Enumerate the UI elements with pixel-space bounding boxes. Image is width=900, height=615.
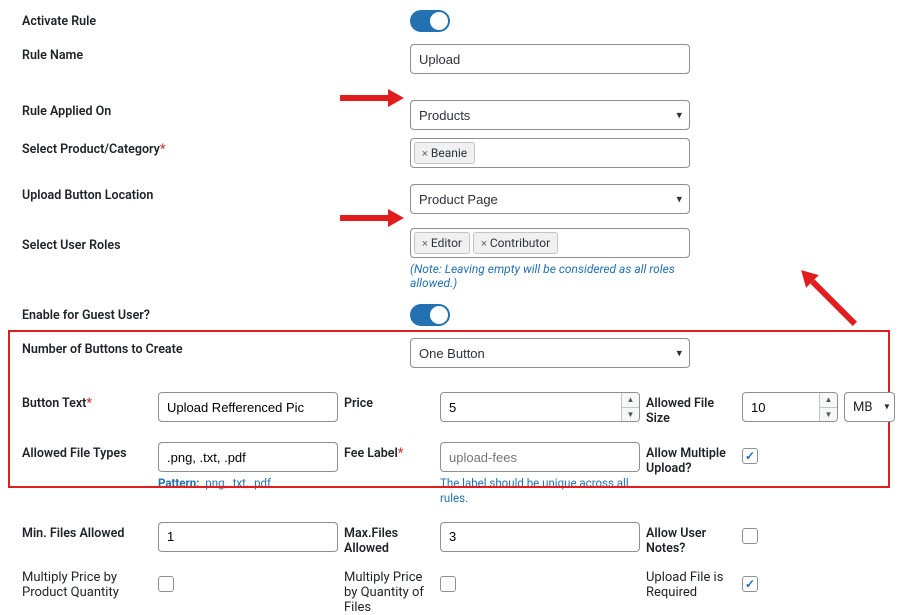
allow-multi-label: Allow Multiple Upload? xyxy=(646,442,736,476)
role-tag-editor[interactable]: ×Editor xyxy=(414,232,470,254)
allowed-file-size-label: Allowed File Size xyxy=(646,392,736,426)
min-files-input[interactable] xyxy=(158,522,338,552)
fee-label-input[interactable] xyxy=(440,442,640,472)
fee-label-hint: The label should be unique across all ru… xyxy=(440,476,640,506)
min-files-label: Min. Files Allowed xyxy=(22,522,152,541)
rule-applied-on-select[interactable]: Products xyxy=(410,100,690,130)
product-tag-beanie[interactable]: ×Beanie xyxy=(414,142,475,164)
activate-rule-label: Activate Rule xyxy=(0,10,410,29)
mult-price-files-label: Multiply Price by Quantity of Files xyxy=(344,570,434,615)
remove-tag-icon[interactable]: × xyxy=(422,237,428,250)
select-user-roles-label: Select User Roles xyxy=(0,228,410,253)
product-category-tagbox[interactable]: ×Beanie xyxy=(410,138,690,168)
price-input[interactable] xyxy=(440,392,640,422)
allow-notes-label: Allow User Notes? xyxy=(646,522,736,556)
allowed-file-types-input[interactable] xyxy=(158,442,338,472)
rule-name-input[interactable] xyxy=(410,44,690,74)
max-files-input[interactable] xyxy=(440,522,640,552)
user-roles-tagbox[interactable]: ×Editor ×Contributor xyxy=(410,228,690,258)
rule-applied-on-label: Rule Applied On xyxy=(0,100,410,119)
fee-label-label: Fee Label* xyxy=(344,442,434,461)
enable-guest-toggle[interactable] xyxy=(410,304,450,326)
remove-tag-icon[interactable]: × xyxy=(481,237,487,250)
mult-price-files-checkbox[interactable] xyxy=(440,576,456,592)
number-spinner[interactable]: ▲▼ xyxy=(819,393,837,421)
num-buttons-select[interactable]: One Button xyxy=(410,338,690,368)
file-size-unit-select[interactable]: MB xyxy=(844,392,895,422)
upload-button-location-label: Upload Button Location xyxy=(0,184,410,203)
max-files-label: Max.Files Allowed xyxy=(344,522,434,556)
number-spinner[interactable]: ▲▼ xyxy=(621,393,639,421)
upload-required-checkbox[interactable] xyxy=(742,576,758,592)
allow-multi-checkbox[interactable] xyxy=(742,448,758,464)
enable-guest-label: Enable for Guest User? xyxy=(0,304,410,323)
button-text-label: Button Text* xyxy=(22,392,152,411)
mult-price-qty-checkbox[interactable] xyxy=(158,576,174,592)
role-tag-contributor[interactable]: ×Contributor xyxy=(473,232,558,254)
allow-notes-checkbox[interactable] xyxy=(742,528,758,544)
user-roles-note: (Note: Leaving empty will be considered … xyxy=(410,262,710,290)
allowed-file-types-label: Allowed File Types xyxy=(22,442,152,461)
activate-rule-toggle[interactable] xyxy=(410,10,450,32)
price-label: Price xyxy=(344,392,434,411)
file-types-pattern-hint: Pattern: .png, .txt, .pdf xyxy=(158,476,338,491)
num-buttons-label: Number of Buttons to Create xyxy=(0,338,410,357)
select-product-label: Select Product/Category* xyxy=(0,138,410,157)
button-text-input[interactable] xyxy=(158,392,338,422)
rule-name-label: Rule Name xyxy=(0,44,410,63)
upload-button-location-select[interactable]: Product Page xyxy=(410,184,690,214)
upload-required-label: Upload File is Required xyxy=(646,570,736,600)
mult-price-qty-label: Multiply Price by Product Quantity xyxy=(22,570,152,600)
remove-tag-icon[interactable]: × xyxy=(422,147,428,160)
